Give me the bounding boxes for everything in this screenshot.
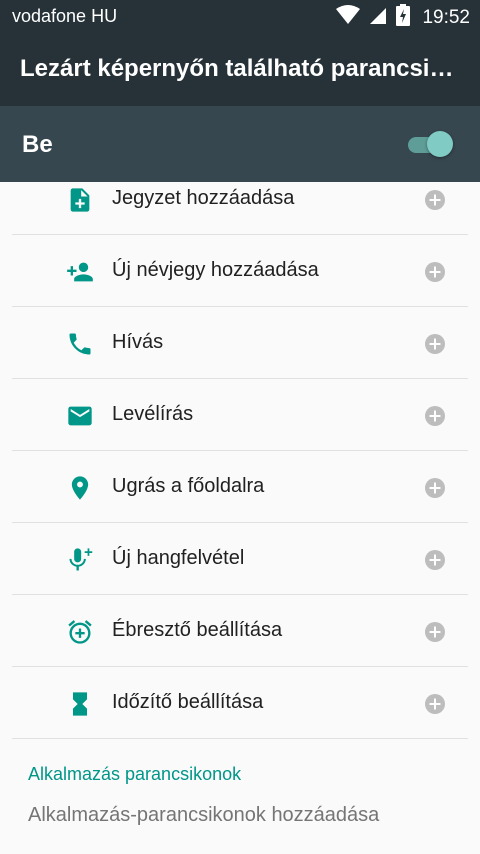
switch-label: Be — [22, 131, 53, 158]
divider — [12, 738, 468, 739]
shortcut-label: Új névjegy hozzáadása — [112, 259, 319, 281]
add-icon[interactable] — [425, 622, 445, 642]
shortcut-label: Jegyzet hozzáadása — [112, 187, 295, 209]
shortcut-item-go-home[interactable]: Ugrás a főoldalra — [0, 451, 480, 523]
shortcut-label: Új hangfelvétel — [112, 547, 245, 569]
page-title: Lezárt képernyőn található parancsikonok — [20, 55, 460, 82]
mic-add-icon — [66, 546, 94, 574]
shortcut-label: Időzítő beállítása — [112, 691, 264, 713]
shortcut-item-call[interactable]: Hívás — [0, 307, 480, 379]
clock: 19:52 — [422, 6, 470, 28]
add-icon[interactable] — [425, 262, 445, 282]
shortcut-item-set-alarm[interactable]: Ébresztő beállítása — [0, 595, 480, 667]
shortcut-label: Ébresztő beállítása — [112, 619, 283, 641]
add-icon[interactable] — [425, 190, 445, 210]
shortcut-item-compose-email[interactable]: Levélírás — [0, 379, 480, 451]
status-icons: 19:52 — [336, 4, 470, 31]
shortcut-item-set-timer[interactable]: Időzítő beállítása — [0, 667, 480, 739]
email-icon — [66, 402, 94, 430]
battery-charging-icon — [396, 4, 411, 31]
note-add-icon — [66, 186, 94, 214]
shortcut-item-add-contact[interactable]: Új névjegy hozzáadása — [0, 235, 480, 307]
hourglass-icon — [66, 690, 94, 718]
toggle-thumb — [427, 131, 453, 157]
add-app-shortcuts-item[interactable]: Alkalmazás-parancsikonok hozzáadása — [28, 804, 379, 827]
shortcut-label: Ugrás a főoldalra — [112, 475, 265, 497]
shortcut-item-add-note[interactable]: Jegyzet hozzáadása — [0, 163, 480, 235]
section-header-app-shortcuts: Alkalmazás parancsikonok — [28, 764, 242, 784]
status-bar: vodafone HU 19:52 — [0, 0, 480, 32]
shortcut-label: Hívás — [112, 331, 164, 353]
shortcut-label: Levélírás — [112, 403, 194, 425]
add-icon[interactable] — [425, 334, 445, 354]
phone-icon — [66, 330, 94, 358]
place-icon — [66, 474, 94, 502]
person-add-icon — [66, 258, 94, 286]
wifi-icon — [336, 5, 361, 30]
master-toggle-switch[interactable] — [406, 130, 456, 158]
add-icon[interactable] — [425, 694, 445, 714]
shortcut-item-voice-recording[interactable]: Új hangfelvétel — [0, 523, 480, 595]
add-icon[interactable] — [425, 550, 445, 570]
app-bar: Lezárt képernyőn található parancsikonok — [0, 32, 480, 106]
carrier-name: vodafone HU — [12, 6, 118, 26]
alarm-add-icon — [66, 618, 94, 646]
signal-icon — [368, 5, 388, 30]
add-icon[interactable] — [425, 478, 445, 498]
add-icon[interactable] — [425, 406, 445, 426]
